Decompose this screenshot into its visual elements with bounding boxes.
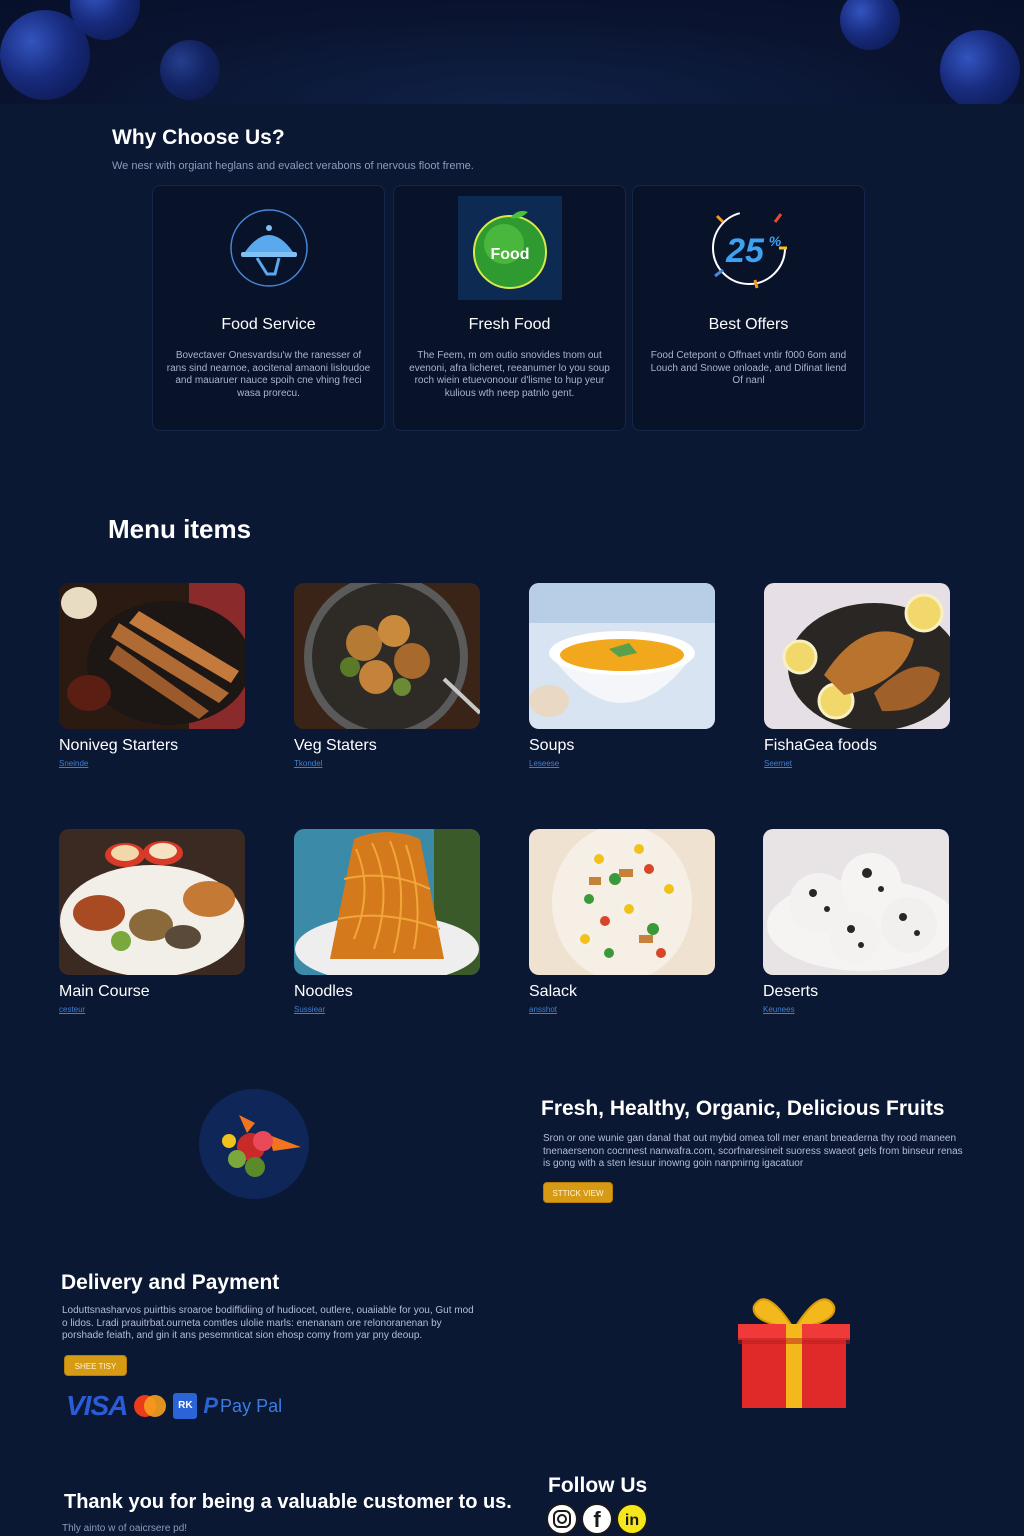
visa-logo: VISA xyxy=(66,1390,128,1421)
menu-item-name: Noniveg Starters xyxy=(59,737,179,754)
discount-unit: % xyxy=(768,233,781,249)
linkedin-glyph: in xyxy=(625,1512,639,1529)
feature-name: Food Service xyxy=(221,316,316,333)
discount-25-icon: 25 % xyxy=(711,211,787,289)
feature-name: Best Offers xyxy=(708,316,789,333)
delivery-button[interactable]: SHEE TISY xyxy=(64,1355,127,1376)
menu-item-nonveg-starters[interactable]: Noniveg Starters Sneinde xyxy=(55,579,245,774)
veg-starters-image xyxy=(294,583,480,729)
feature-card-food-service[interactable]: Food Service Bovectaver Onesvardsu'w the… xyxy=(152,185,385,431)
menu-item-link[interactable]: Leseese xyxy=(529,759,559,768)
soups-image xyxy=(529,583,715,729)
menu-item-link[interactable]: cesteur xyxy=(59,1005,85,1014)
menu-item-name: Veg Staters xyxy=(294,737,377,754)
why-choose-us-title: Why Choose Us? xyxy=(112,126,285,149)
delivery-title: Delivery and Payment xyxy=(61,1271,280,1294)
feature-description: Food Cetepont o Offnaet vntir f000 6om a… xyxy=(650,350,847,386)
mastercard-icon xyxy=(134,1395,167,1417)
why-choose-us-subtitle: We nesr with orgiant heglans and evalect… xyxy=(112,160,474,172)
menu-item-deserts[interactable]: Deserts Keunees xyxy=(759,825,949,1020)
fruits-image xyxy=(199,1089,309,1199)
menu-item-noodles[interactable]: Noodles Sussiear xyxy=(290,825,480,1020)
menu-item-name: Noodles xyxy=(294,983,353,1000)
menu-item-fishagea-foods[interactable]: FishaGea foods Seernet xyxy=(760,579,950,774)
paypal-label: Pay Pal xyxy=(220,1395,283,1416)
thanks-subtext: Thly ainto w of oaicrsere pd! xyxy=(62,1523,188,1534)
menu-item-name: Main Course xyxy=(59,983,150,1000)
instagram-icon[interactable] xyxy=(546,1503,578,1535)
nonveg-starters-image xyxy=(59,583,245,729)
menu-items-title: Menu items xyxy=(108,514,252,544)
menu-item-soups[interactable]: Soups Leseese xyxy=(525,579,715,774)
paypal-icon: P xyxy=(203,1393,219,1418)
menu-item-link[interactable]: ansshot xyxy=(529,1005,557,1014)
facebook-icon[interactable]: f xyxy=(581,1503,613,1535)
menu-item-link[interactable]: Keunees xyxy=(763,1005,795,1014)
menu-item-link[interactable]: Tkondel xyxy=(294,759,322,768)
fish-foods-image xyxy=(764,583,950,729)
fruits-view-button[interactable]: STTICK VIEW xyxy=(543,1182,613,1203)
feature-name: Fresh Food xyxy=(468,316,551,333)
cloche-icon xyxy=(229,209,308,287)
noodles-image xyxy=(294,829,480,975)
rk-payment-logo: RK xyxy=(173,1393,198,1419)
thanks-message: Thank you for being a valuable customer … xyxy=(64,1491,512,1513)
menu-item-main-course[interactable]: Main Course cesteur xyxy=(55,825,245,1020)
salad-image xyxy=(529,829,715,975)
menu-item-veg-starters[interactable]: Veg Staters Tkondel xyxy=(290,579,480,774)
apple-food-label: Food xyxy=(490,246,529,263)
feature-description: Bovectaver Onesvardsu'w the ranesser of … xyxy=(166,350,371,399)
paypal-logo: P Pay Pal xyxy=(203,1393,282,1419)
deserts-image xyxy=(763,829,949,975)
gift-icon xyxy=(738,1298,850,1408)
fruits-title: Fresh, Healthy, Organic, Delicious Fruit… xyxy=(541,1097,945,1120)
menu-item-name: Deserts xyxy=(763,983,819,1000)
menu-item-name: FishaGea foods xyxy=(764,737,877,754)
hero-banner xyxy=(0,0,1024,104)
menu-item-link[interactable]: Sussiear xyxy=(294,1005,325,1014)
feature-description: The Feem, m om outio snovides tnom out e… xyxy=(409,350,610,399)
payment-methods: VISA RK P Pay Pal xyxy=(66,1388,282,1424)
menu-item-name: Soups xyxy=(529,737,575,754)
menu-item-link[interactable]: Sneinde xyxy=(59,759,88,768)
discount-value: 25 xyxy=(725,232,765,270)
facebook-glyph: f xyxy=(593,1507,601,1532)
menu-item-salack[interactable]: Salack ansshot xyxy=(525,825,715,1020)
menu-item-name: Salack xyxy=(529,983,578,1000)
linkedin-icon[interactable]: in xyxy=(616,1503,648,1535)
feature-card-best-offers[interactable]: 25 % Best Offers Food Cetepont o Offnaet… xyxy=(632,185,865,431)
feature-card-fresh-food[interactable]: Food Fresh Food The Feem, m om outio sno… xyxy=(393,185,626,431)
apple-food-icon: Food xyxy=(457,196,562,300)
delivery-description: Loduttsnasharvos puirtbis sroaroe bodiff… xyxy=(62,1305,474,1341)
fruits-description: Sron or one wunie gan danal that out myb… xyxy=(543,1133,963,1169)
menu-item-link[interactable]: Seernet xyxy=(764,759,792,768)
follow-us-title: Follow Us xyxy=(548,1474,648,1497)
main-course-image xyxy=(59,829,245,975)
